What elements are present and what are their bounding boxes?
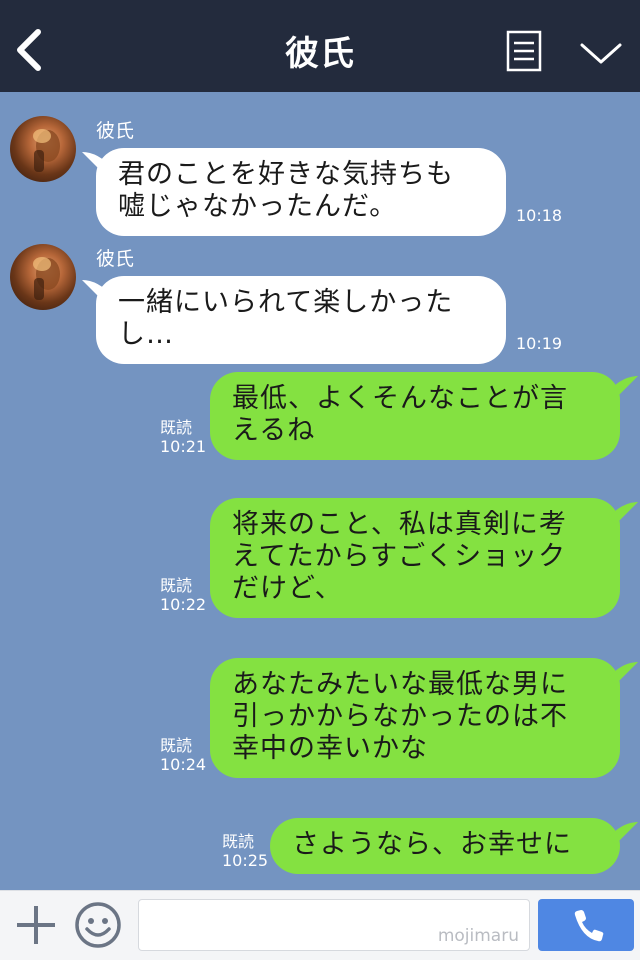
- message-line: あなたみたいな最低な男に: [232, 669, 568, 700]
- add-button[interactable]: [14, 903, 58, 947]
- emoji-button[interactable]: [74, 901, 122, 949]
- bubble-tail: [608, 822, 638, 844]
- message-bubble-outgoing[interactable]: 最低、よくそんなことが言 えるね: [210, 372, 620, 460]
- phone-icon: [574, 910, 604, 942]
- chat-title: 彼氏: [285, 34, 355, 74]
- message-line: さようなら、お幸せに: [292, 829, 572, 860]
- message-line: 引っかからなかったのは不: [232, 701, 568, 732]
- read-label: 既読: [222, 832, 255, 851]
- sender-name: 彼氏: [96, 248, 135, 270]
- bubble-tail: [608, 662, 638, 684]
- message-read-status: 既読 10:25: [222, 832, 268, 870]
- avatar[interactable]: [10, 244, 76, 310]
- bubble-tail: [608, 502, 638, 524]
- message-line: 一緒にいられて楽しかった: [118, 287, 454, 318]
- message-bubble-outgoing[interactable]: 将来のこと、私は真剣に考 えてたからすごくショック だけど、: [210, 498, 620, 618]
- message-line: だけど、: [232, 573, 343, 604]
- read-label: 既読: [160, 418, 193, 437]
- message-line: 幸中の幸いかな: [232, 733, 428, 764]
- sender-name: 彼氏: [96, 120, 135, 142]
- read-label: 既読: [160, 736, 193, 755]
- message-read-status: 既読 10:24: [160, 736, 206, 774]
- message-bubble-outgoing[interactable]: あなたみたいな最低な男に 引っかからなかったのは不 幸中の幸いかな: [210, 658, 620, 778]
- menu-button[interactable]: [506, 30, 542, 72]
- avatar-image: [33, 129, 60, 172]
- message-read-status: 既読 10:22: [160, 576, 206, 614]
- bubble-tail: [608, 376, 638, 398]
- chevron-down-icon: [580, 43, 622, 64]
- message-time: 10:18: [516, 206, 563, 225]
- message-time: 10:21: [160, 437, 207, 456]
- message-time: 10:25: [222, 851, 269, 870]
- message-time: 10:22: [160, 595, 207, 614]
- message-time: 10:19: [516, 334, 563, 353]
- message-line: 最低、よくそんなことが言: [232, 383, 568, 414]
- message-line: し…: [118, 319, 174, 350]
- chat-header: 彼氏: [0, 0, 640, 92]
- message-read-status: 既読 10:21: [160, 418, 206, 456]
- call-button[interactable]: [538, 899, 634, 951]
- message-time: 10:24: [160, 755, 207, 774]
- message-bubble-incoming[interactable]: 一緒にいられて楽しかった し…: [96, 276, 506, 364]
- collapse-button[interactable]: [578, 36, 624, 70]
- message-line: えてたからすごくショック: [232, 541, 567, 572]
- watermark: mojimaru: [437, 926, 519, 946]
- list-icon: [506, 30, 542, 72]
- message-line: 将来のこと、私は真剣に考: [232, 509, 567, 540]
- input-bar: mojimaru: [0, 890, 640, 960]
- plus-icon: [17, 906, 55, 944]
- smiley-icon: [75, 902, 121, 948]
- avatar[interactable]: [10, 116, 76, 182]
- message-line: 君のことを好きな気持ちも: [118, 159, 454, 190]
- avatar-image: [33, 257, 60, 300]
- message-list[interactable]: 彼氏 君のことを好きな気持ちも 嘘じゃなかったんだ。 10:18 彼氏 一緒にい…: [0, 92, 640, 890]
- message-line: えるね: [232, 415, 316, 446]
- message-bubble-incoming[interactable]: 君のことを好きな気持ちも 嘘じゃなかったんだ。: [96, 148, 506, 236]
- message-bubble-outgoing[interactable]: さようなら、お幸せに: [270, 818, 620, 874]
- message-input[interactable]: mojimaru: [138, 899, 530, 951]
- message-line: 嘘じゃなかったんだ。: [118, 191, 398, 222]
- read-label: 既読: [160, 576, 193, 595]
